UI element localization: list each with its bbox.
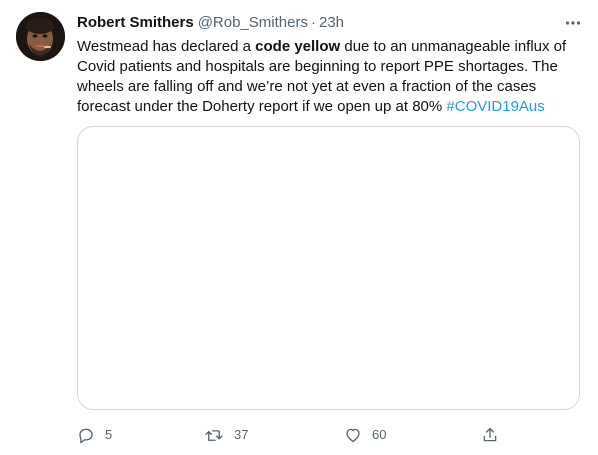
tweet-text: Westmead has declared a code yellow due … bbox=[77, 37, 587, 117]
retweet-icon bbox=[205, 430, 223, 441]
like-button[interactable]: 60 bbox=[344, 424, 386, 446]
avatar-image bbox=[16, 12, 65, 61]
reply-icon bbox=[79, 428, 93, 444]
avatar[interactable] bbox=[16, 12, 65, 61]
reply-button[interactable]: 5 bbox=[77, 424, 112, 446]
share-icon bbox=[483, 427, 497, 442]
tweet[interactable]: Robert Smithers @Rob_Smithers · 23h West… bbox=[0, 0, 598, 455]
more-icon bbox=[565, 21, 581, 25]
like-count: 60 bbox=[372, 427, 387, 442]
more-options-button[interactable] bbox=[562, 12, 584, 34]
reply-count: 5 bbox=[105, 427, 113, 442]
tweet-timestamp[interactable]: 23h bbox=[319, 14, 344, 32]
hashtag-link[interactable]: #COVID19Aus bbox=[446, 98, 544, 115]
retweet-button[interactable]: 37 bbox=[204, 424, 248, 446]
tweet-header: Robert Smithers @Rob_Smithers · 23h bbox=[77, 14, 344, 32]
media-card[interactable] bbox=[77, 126, 580, 410]
tweet-text-bold: code yellow bbox=[255, 38, 341, 55]
author-handle[interactable]: @Rob_Smithers bbox=[198, 14, 308, 32]
tweet-text-part1: Westmead has declared a bbox=[77, 38, 256, 55]
tweet-actions: 5 37 60 bbox=[77, 424, 507, 446]
retweet-count: 37 bbox=[234, 427, 249, 442]
header-separator: · bbox=[310, 14, 316, 31]
heart-icon bbox=[346, 428, 360, 443]
share-button[interactable] bbox=[481, 424, 499, 446]
author-display-name[interactable]: Robert Smithers bbox=[77, 14, 194, 32]
